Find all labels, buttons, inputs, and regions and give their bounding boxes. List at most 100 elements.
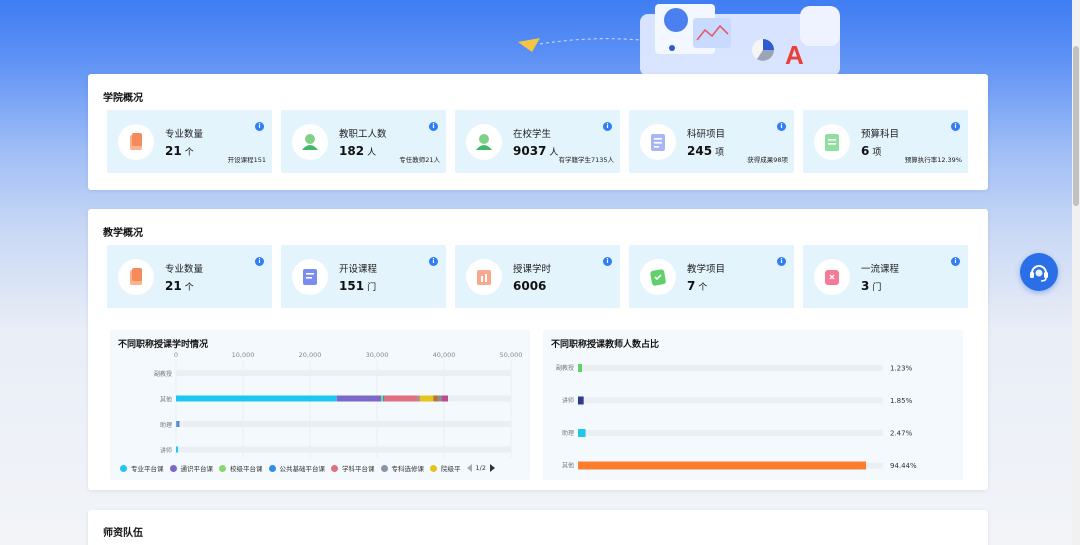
stat-card-courses[interactable]: 开设课程 151 门 i: [281, 245, 446, 308]
stat-label: 一流课程: [861, 264, 900, 275]
legend-dot: [380, 464, 388, 472]
bar-track: [176, 370, 511, 376]
y-tick-label: 其他: [562, 462, 574, 470]
bar-track: [578, 365, 883, 371]
college-overview-title: 学院概况: [103, 93, 143, 104]
info-icon[interactable]: i: [429, 257, 438, 266]
y-tick-label: 讲师: [562, 397, 574, 405]
staff-icon: [292, 124, 328, 160]
info-icon[interactable]: i: [951, 122, 960, 131]
legend-prev-icon[interactable]: [466, 464, 472, 472]
bar: [578, 396, 584, 405]
legend-next-icon[interactable]: [489, 464, 495, 472]
stat-card-students[interactable]: 在校学生 9037 人 有学籍学生7135人 i: [455, 110, 620, 173]
courses-icon: [292, 259, 328, 295]
stat-card-budget[interactable]: 预算科目 6项 预算执行率12.39% i: [803, 110, 968, 173]
value-label: 2.47%: [890, 430, 913, 438]
bar-track: [578, 397, 883, 404]
stat-sub: 预算执行率12.39%: [904, 156, 962, 164]
stat-value: 151 门: [339, 279, 377, 293]
bar-track: [176, 421, 511, 427]
teacher-team-card: 师资队伍: [88, 510, 988, 545]
stat-sub: 专任教师21人: [399, 156, 440, 164]
bar-segment: [176, 395, 337, 402]
stat-value: 182 人: [339, 144, 377, 158]
stat-label: 教学项目: [687, 264, 726, 275]
teacher-ratio-chart: 不同职称授课教师人数占比 副教授 1.23% 讲师 1.85% 助理 2.47% 其他 94.…: [543, 330, 963, 480]
stat-card-projects[interactable]: 教学项目 7个 i: [629, 245, 794, 308]
legend-item[interactable]: 校级平台课: [219, 463, 263, 473]
bar-segment: [438, 395, 442, 402]
legend-dot: [120, 464, 127, 472]
majors-icon: [118, 124, 154, 160]
stat-label: 在校学生: [513, 129, 552, 140]
value-label: 1.23%: [890, 365, 913, 373]
info-icon[interactable]: i: [603, 122, 612, 131]
bar-segment: [417, 395, 420, 402]
legend-label: 学科平台课: [342, 465, 375, 473]
stat-label: 科研项目: [687, 129, 726, 140]
students-icon: [466, 124, 502, 160]
stat-label: 开设课程: [339, 264, 378, 275]
stat-card-majors[interactable]: 专业数量 21 个 开设课程151 i: [107, 110, 272, 173]
hero-illustration: A: [500, 0, 880, 76]
legend-page-indicator: 1/2: [475, 464, 486, 472]
info-icon[interactable]: i: [777, 257, 786, 266]
y-tick-label: 讲师: [160, 447, 172, 455]
legend-dot: [169, 464, 177, 472]
bar-segment: [441, 395, 449, 402]
stat-card-excellent-courses[interactable]: 一流课程 3门 i: [803, 245, 968, 308]
page-scrollbar[interactable]: [1072, 0, 1080, 545]
legend-pager: 1/2: [466, 464, 495, 472]
legend-dot: [331, 464, 338, 472]
bar-segment: [336, 395, 382, 402]
x-tick-label: 30,000: [366, 351, 389, 359]
stat-label: 授课学时: [513, 264, 552, 275]
svg-text:A: A: [785, 40, 804, 70]
info-icon[interactable]: i: [255, 257, 264, 266]
bar-track: [578, 430, 883, 436]
headset-icon: [1030, 265, 1048, 282]
info-icon[interactable]: i: [255, 122, 264, 131]
legend-label: 校级平台课: [230, 465, 263, 473]
hours-icon: [466, 259, 502, 295]
stat-card-staff[interactable]: 教职工人数 182 人 专任教师21人 i: [281, 110, 446, 173]
legend-item[interactable]: 通识平台课: [169, 463, 214, 473]
legend-dot: [268, 464, 276, 472]
legend-label: 公共基础平台课: [279, 465, 326, 473]
info-icon[interactable]: i: [951, 257, 960, 266]
legend-item[interactable]: 专业平台课: [120, 463, 164, 473]
bar: [578, 364, 582, 372]
chart-legend: 专业平台课 通识平台课 校级平台课 公共基础平台课 学科平台课 专科选修课 院级…: [120, 463, 495, 473]
legend-label: 专业平台课: [131, 465, 164, 473]
college-overview-card: 学院概况 专业数量 21 个 开设课程151 i 教职工人数 182 人 专任教师2…: [88, 74, 988, 190]
legend-label: 通识平台课: [180, 465, 214, 473]
legend-item[interactable]: 公共基础平台课: [268, 463, 326, 473]
legend-item[interactable]: 专科选修课: [380, 463, 424, 473]
info-icon[interactable]: i: [603, 257, 612, 266]
value-label: 94.44%: [890, 462, 917, 470]
hours-by-title-chart: 不同职称授课学时情况 0 10,000 20,000 30,000 40,000 50,0…: [110, 330, 530, 480]
info-icon[interactable]: i: [777, 122, 786, 131]
legend-label: 院级平: [441, 465, 461, 473]
value-label: 1.85%: [890, 397, 913, 405]
stat-card-majors[interactable]: 专业数量 21 个 i: [107, 245, 272, 308]
stat-card-hours[interactable]: 授课学时 6006 i: [455, 245, 620, 308]
legend-item[interactable]: 院级平: [430, 463, 461, 473]
teacher-ratio-svg: 副教授 1.23% 讲师 1.85% 助理 2.47% 其他 94.44%: [556, 364, 917, 470]
legend-item[interactable]: 学科平台课: [331, 463, 375, 473]
y-tick-label: 副教授: [154, 370, 172, 378]
bar-segment: [384, 395, 418, 402]
teaching-stats-row: 专业数量 21 个 i 开设课程 151 门 i 授课学时 6006 i 教学项目 …: [107, 245, 968, 308]
projects-icon: [640, 259, 676, 295]
stat-label: 专业数量: [165, 129, 204, 140]
customer-service-button[interactable]: [1020, 253, 1058, 291]
stat-value: 6006: [513, 279, 547, 293]
college-stats-row: 专业数量 21 个 开设课程151 i 教职工人数 182 人 专任教师21人 i …: [107, 110, 968, 173]
stat-value: 9037 人: [513, 144, 559, 158]
info-icon[interactable]: i: [429, 122, 438, 131]
bar-segment: [176, 421, 178, 427]
bar-segment: [383, 395, 385, 402]
scrollbar-thumb[interactable]: [1073, 46, 1079, 206]
stat-card-research[interactable]: 科研项目 245 项 获得成果98项 i: [629, 110, 794, 173]
